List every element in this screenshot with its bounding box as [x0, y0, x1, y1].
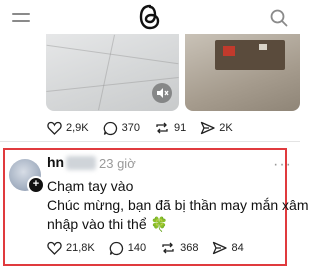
- like-button[interactable]: 2,9K: [47, 121, 89, 135]
- repost-icon: [156, 122, 168, 134]
- share-count: 2K: [219, 122, 233, 134]
- like-button[interactable]: 21,8K: [47, 241, 95, 255]
- share-button[interactable]: 2K: [200, 121, 233, 135]
- heart-icon: [47, 241, 62, 255]
- device-image: [215, 40, 285, 70]
- reply-count: 140: [127, 242, 147, 254]
- like-count: 21,8K: [66, 242, 95, 254]
- post-time: 23 giờ: [99, 156, 136, 171]
- share-count: 84: [231, 242, 244, 254]
- post-actions: 21,8K 140 368 84: [47, 238, 258, 258]
- repost-count: 368: [180, 242, 199, 254]
- more-options-icon[interactable]: ···: [273, 156, 292, 174]
- share-button[interactable]: 84: [212, 241, 244, 255]
- like-count: 2,9K: [66, 122, 89, 134]
- post-text-line: Chúc mừng, bạn đã bị thần may mắn xâm: [47, 197, 309, 213]
- previous-post-actions: 2,9K 370 91 2K: [47, 118, 247, 138]
- reply-button[interactable]: 370: [103, 121, 140, 136]
- top-bar: [0, 0, 300, 34]
- comment-icon: [109, 241, 123, 255]
- repost-count: 91: [174, 122, 187, 134]
- reply-button[interactable]: 140: [109, 241, 146, 256]
- menu-icon[interactable]: [12, 13, 30, 23]
- previous-post-media: [46, 34, 300, 111]
- post-text: Chạm tay vào Chúc mừng, bạn đã bị thần m…: [47, 177, 309, 234]
- reply-count: 370: [121, 122, 140, 134]
- repost-icon: [162, 242, 174, 254]
- repost-button[interactable]: 91: [154, 121, 186, 135]
- heart-icon: [47, 121, 62, 135]
- repost-button[interactable]: 368: [160, 241, 198, 255]
- username[interactable]: hn: [47, 154, 64, 170]
- threads-logo-icon[interactable]: [138, 4, 162, 30]
- search-icon[interactable]: [270, 9, 288, 27]
- mute-icon[interactable]: [152, 83, 172, 103]
- post-text-line: Chạm tay vào: [47, 178, 134, 194]
- post-text-line: nhập vào thi thể 🍀: [47, 216, 168, 232]
- post-divider: [0, 141, 300, 142]
- comment-icon: [103, 121, 117, 135]
- floor-tiles-photo[interactable]: [46, 34, 179, 111]
- device-repair-photo[interactable]: [185, 34, 300, 111]
- username-redacted: [66, 156, 96, 170]
- share-icon: [213, 241, 228, 255]
- follow-plus-icon[interactable]: +: [27, 176, 45, 194]
- share-icon: [201, 121, 215, 135]
